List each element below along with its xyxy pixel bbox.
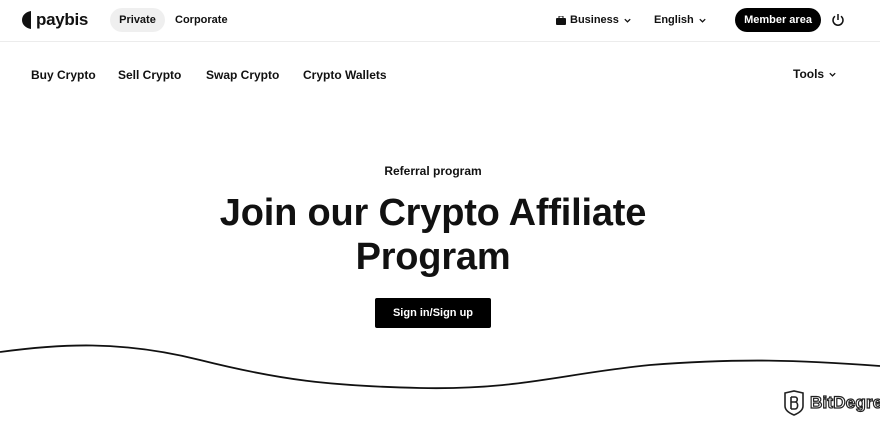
language-dropdown[interactable]: English [654,8,707,32]
hero-title-line-2: Program [355,236,511,278]
segment-corporate[interactable]: Corporate [175,8,228,32]
language-label: English [654,14,694,26]
business-dropdown[interactable]: Business [556,8,632,32]
sign-in-sign-up-button[interactable]: Sign in/Sign up [375,298,491,328]
nav-crypto-wallets[interactable]: Crypto Wallets [303,68,387,82]
top-bar: paybis Private Corporate Business Englis… [0,0,880,42]
power-icon[interactable] [831,13,845,27]
nav-buy-crypto[interactable]: Buy Crypto [31,68,96,82]
bitdegree-logo-icon [784,390,804,416]
logo-text: paybis [36,10,89,29]
hero-title-line-1: Join our Crypto Affiliate [219,192,647,234]
hero-eyebrow: Referral program [384,164,482,178]
tools-dropdown[interactable]: Tools [793,67,837,81]
chevron-down-icon [699,18,706,23]
bitdegree-text: BitDegree [809,392,880,412]
decorative-wave [0,344,880,390]
tools-label: Tools [793,67,825,81]
nav-sell-crypto[interactable]: Sell Crypto [118,68,181,82]
business-label: Business [570,14,619,26]
paybis-logo-icon [22,11,31,29]
nav-swap-crypto[interactable]: Swap Crypto [206,68,279,82]
bitdegree-watermark: BitDegree [783,390,880,416]
chevron-down-icon [829,72,836,77]
main-nav: Buy Crypto Sell Crypto Swap Crypto Crypt… [0,42,880,108]
briefcase-icon [556,15,566,25]
paybis-logo[interactable]: paybis [22,10,88,30]
chevron-down-icon [624,18,631,23]
hero-title: Join our Crypto Affiliate Program [0,191,866,279]
segment-private[interactable]: Private [110,8,165,32]
member-area-button[interactable]: Member area [735,8,821,32]
